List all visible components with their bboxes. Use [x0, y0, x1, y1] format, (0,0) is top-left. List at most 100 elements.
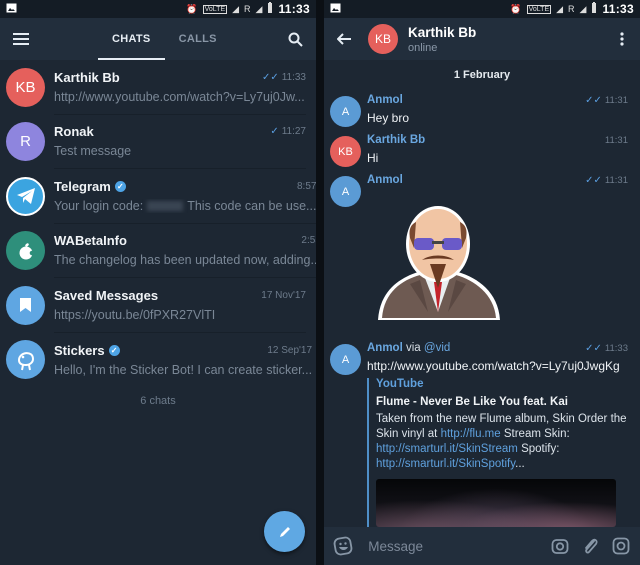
via-label: via — [405, 342, 421, 354]
double-check-icon: ✓✓ — [585, 175, 602, 186]
attach-button[interactable] — [576, 537, 606, 555]
contact-info[interactable]: Karthik Bb online — [408, 25, 476, 54]
message-input[interactable] — [368, 538, 546, 554]
chat-preview: The changelog has been updated now, addi… — [54, 253, 316, 268]
avatar — [6, 176, 45, 216]
contact-avatar[interactable]: KB — [368, 24, 398, 54]
alarm-icon: ⏰ — [186, 3, 198, 14]
message-time: 11:31 — [604, 175, 628, 186]
chat-item-ronak[interactable]: R Ronak ✓ 11:27 Test message — [0, 115, 316, 169]
status-bar: ⏰ VoLTE ◢ R ◢ 11:33 — [0, 0, 316, 18]
preview-text: Stream Skin: — [500, 428, 570, 440]
sender-avatar[interactable]: A — [330, 176, 361, 207]
chat-name: Saved Messages — [54, 287, 159, 303]
tab-calls[interactable]: CALLS — [165, 18, 231, 60]
verified-icon: ✓ — [108, 344, 120, 356]
menu-button[interactable] — [0, 18, 42, 60]
back-button[interactable] — [324, 18, 364, 60]
message-composer — [324, 527, 640, 565]
message-time: 11:31 — [604, 95, 628, 106]
double-check-icon: ✓✓ — [585, 343, 602, 354]
search-button[interactable] — [280, 18, 310, 60]
chat-name: Karthik Bb — [54, 69, 120, 85]
link-preview[interactable]: YouTube Flume - Never Be Like You feat. … — [367, 378, 629, 527]
camera-button[interactable] — [545, 537, 575, 555]
contact-status: online — [408, 41, 438, 54]
sender-avatar[interactable]: A — [330, 96, 361, 127]
avatar: R — [6, 122, 45, 162]
chat-time: 17 Nov'17 — [261, 289, 306, 301]
gallery-notification-icon — [330, 2, 341, 16]
chat-time: 12 Sep'17 — [267, 344, 313, 356]
arrow-left-icon — [337, 33, 351, 45]
chat-item-wabetainfo[interactable]: WABetaInfo 2:53 The changelog has been up… — [0, 224, 316, 278]
battery-icon — [267, 2, 273, 16]
sticker-bot-icon — [17, 351, 34, 370]
conversation-header: KB Karthik Bb online — [324, 18, 640, 60]
chat-preview: Test message — [54, 144, 132, 159]
instant-camera-button[interactable] — [606, 537, 636, 555]
gallery-notification-icon — [6, 2, 17, 16]
sender-avatar[interactable]: A — [330, 344, 361, 375]
more-options-button[interactable] — [612, 18, 632, 60]
chat-list-screen: ⏰ VoLTE ◢ R ◢ 11:33 CHATS CALLS KB Karth… — [0, 0, 316, 565]
bald-man-sunglasses-sticker[interactable] — [370, 200, 505, 328]
chat-item-karthik[interactable]: KB Karthik Bb ✓✓ 11:33 http://www.youtube.… — [0, 60, 316, 115]
sender-avatar[interactable]: KB — [330, 136, 361, 167]
chat-time: 11:27 — [281, 126, 306, 138]
emoji-button[interactable] — [328, 536, 358, 556]
check-icon: ✓ — [270, 126, 279, 138]
preview-description: Taken from the new Flume album, Skin Ord… — [376, 412, 629, 472]
battery-icon — [591, 2, 597, 16]
double-check-icon: ✓✓ — [585, 95, 602, 106]
roaming-icon: R — [244, 4, 251, 14]
camera-icon — [551, 539, 569, 554]
preview-link[interactable]: http://smarturl.it/SkinSpotify — [376, 458, 515, 470]
apple-logo-icon — [19, 243, 34, 260]
via-bot-link[interactable]: @vid — [424, 342, 450, 354]
chat-item-telegram[interactable]: Telegram ✓ 8:57 Your login code: This code … — [0, 169, 316, 224]
sender-name: Karthik Bb — [367, 134, 426, 146]
chat-count: 6 chats — [140, 395, 176, 407]
volte-icon: VoLTE — [202, 4, 228, 14]
paperclip-icon — [584, 538, 598, 554]
chat-item-stickers[interactable]: Stickers ✓ 12 Sep'17 Hello, I'm the Sticke… — [0, 333, 316, 388]
sticker-smile-icon — [333, 536, 353, 556]
chat-item-saved-messages[interactable]: Saved Messages 17 Nov'17 https://youtu.be… — [0, 278, 316, 333]
preview-link[interactable]: http://smarturl.it/SkinStream — [376, 443, 518, 455]
chat-name: Ronak — [54, 124, 94, 140]
chat-time: 11:33 — [281, 71, 306, 83]
message-text: Hey bro — [367, 111, 410, 125]
message-link[interactable]: http://www.youtube.com/watch?v=Ly7uj0Jwg… — [367, 359, 620, 373]
telegram-plane-icon — [16, 188, 35, 205]
avatar — [6, 285, 45, 325]
round-video-icon — [612, 537, 630, 555]
search-icon — [288, 32, 303, 47]
signal-icon: ◢ — [232, 3, 240, 14]
chat-preview: https://youtu.be/0fPXR27VlTI — [54, 307, 216, 322]
tab-chats[interactable]: CHATS — [98, 18, 165, 60]
message-list: 1 February A Anmol ✓✓ 11:31 Hey bro KB Ka… — [324, 60, 640, 527]
hamburger-icon — [13, 33, 29, 45]
chat-name: WABetaInfo — [54, 233, 127, 249]
preview-title: Flume - Never Be Like You feat. Kai — [376, 396, 568, 408]
preview-link[interactable]: http://flu.me — [441, 428, 501, 440]
conversation-screen: ⏰ VoLTE ◢ R ◢ 11:33 KB Karthik Bb online… — [324, 0, 640, 565]
clock: 11:33 — [278, 2, 310, 16]
avatar — [6, 340, 45, 380]
roaming-icon: R — [568, 4, 575, 14]
avatar — [6, 231, 45, 271]
kebab-menu-icon — [620, 32, 624, 46]
signal-2-icon: ◢ — [579, 3, 587, 14]
chat-preview: Hello, I'm the Sticker Bot! I can create… — [54, 362, 313, 377]
preview-thumbnail[interactable] — [376, 479, 616, 527]
chat-preview-suffix: This code can be use... — [187, 198, 316, 213]
sender-name: Anmol — [367, 174, 403, 186]
chat-name: Stickers — [54, 342, 105, 358]
message-time: 11:33 — [604, 343, 628, 354]
message-time: 11:31 — [604, 135, 628, 146]
toolbar: CHATS CALLS — [0, 18, 316, 60]
double-check-icon: ✓✓ — [261, 71, 279, 83]
bookmark-icon — [20, 298, 31, 313]
new-message-button[interactable] — [264, 511, 305, 552]
